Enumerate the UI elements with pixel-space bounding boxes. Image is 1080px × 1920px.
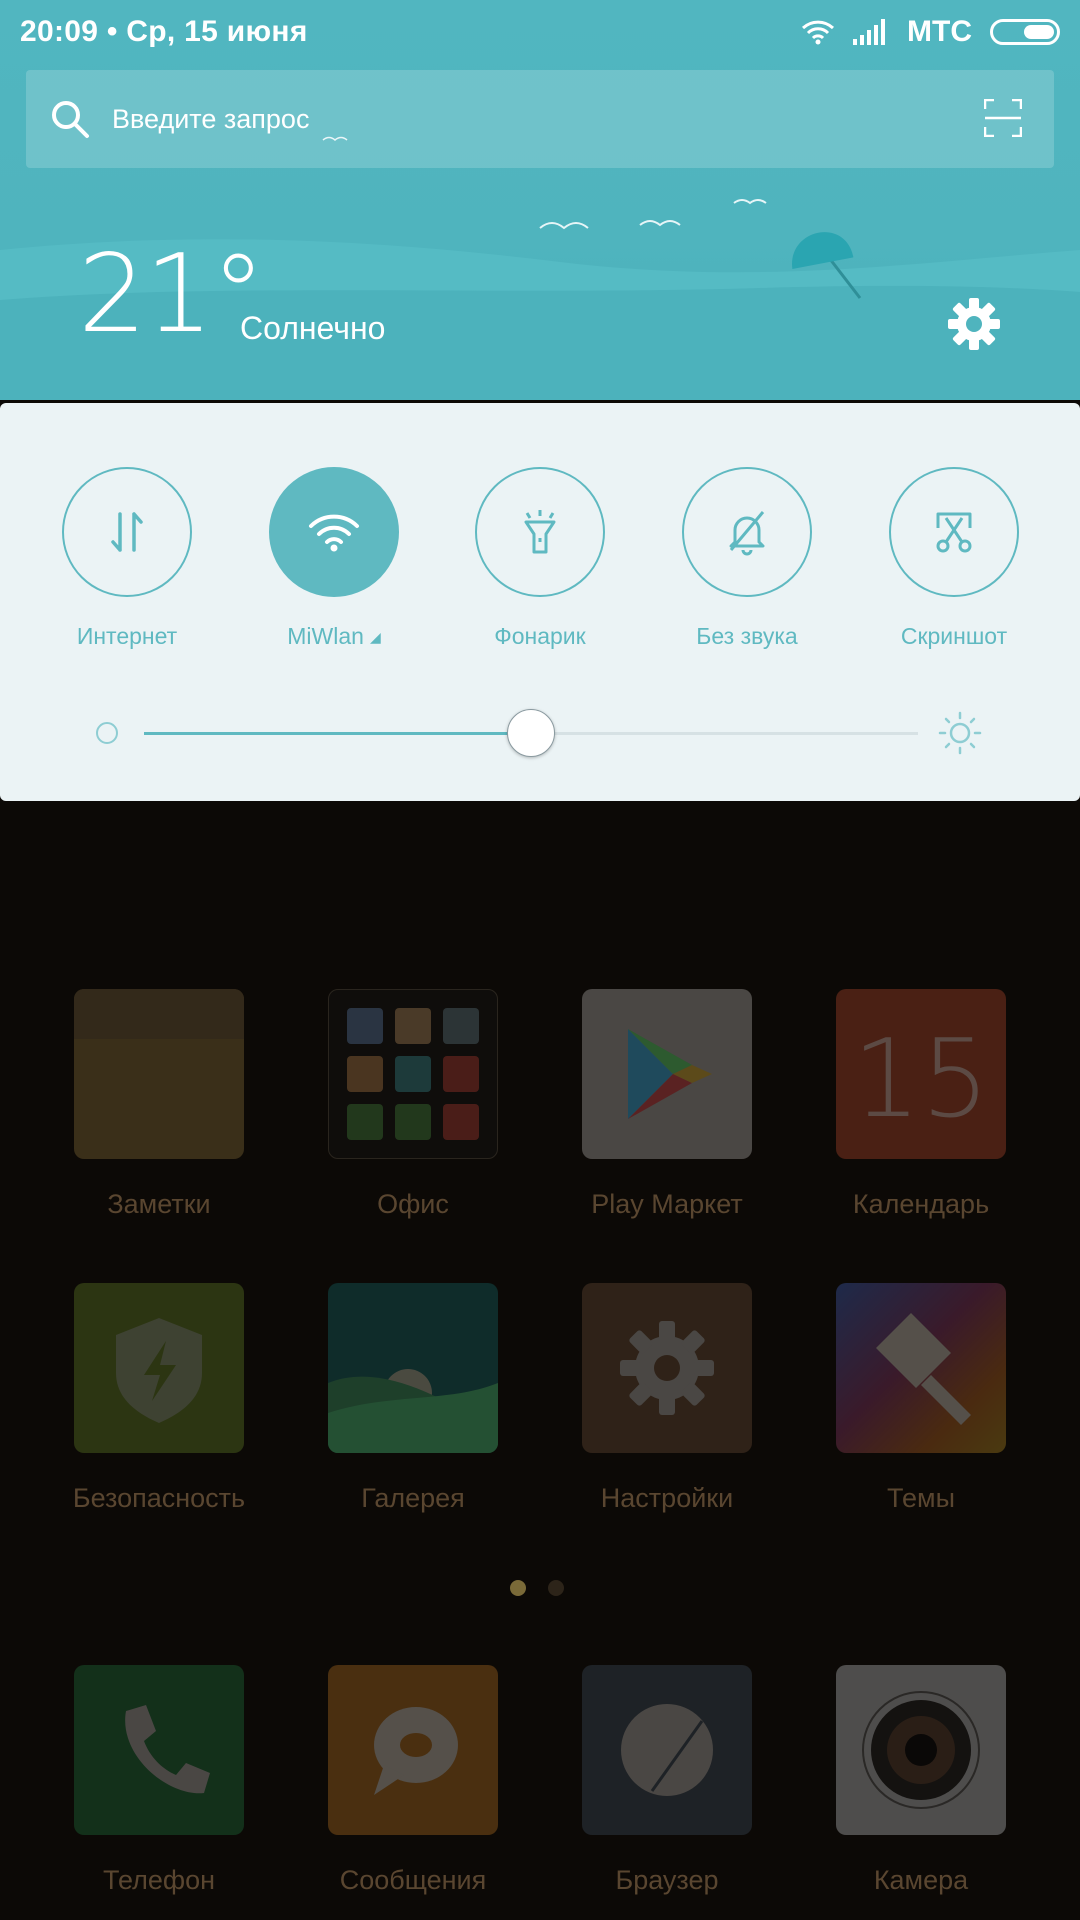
home-screen: Заметки Офис Play Маркет 15 Календарь Бе… (0, 801, 1080, 1920)
toggle-flashlight-label: Фонарик (494, 623, 586, 649)
toggle-screenshot[interactable]: Скриншот (864, 467, 1044, 650)
app-browser[interactable]: Браузер (567, 1665, 767, 1896)
weather-condition: Солнечно (240, 310, 386, 346)
quick-settings-panel: Интернет MiWlan ◢ Фонарик Без звука Скри… (0, 403, 1080, 801)
scan-icon[interactable] (984, 99, 1022, 137)
carrier-name: МТС (907, 15, 972, 48)
status-time-date: 20:09 • Ср, 15 июня (20, 15, 308, 48)
app-settings[interactable]: Настройки (567, 1283, 767, 1514)
temperature: 21° (78, 232, 265, 357)
screenshot-icon (936, 512, 972, 553)
gallery-icon (328, 1283, 498, 1453)
app-label: Браузер (615, 1865, 719, 1895)
status-bar: 20:09 • Ср, 15 июня МТС (0, 0, 1080, 64)
security-shield-icon (74, 1283, 244, 1453)
app-themes[interactable]: Темы (821, 1283, 1021, 1514)
app-label: Офис (377, 1189, 449, 1219)
phone-icon (74, 1665, 244, 1835)
signal-icon (853, 19, 886, 45)
page-indicator (510, 1580, 564, 1596)
toggle-wifi-label: MiWlan (287, 623, 364, 649)
app-office[interactable]: Офис (313, 989, 513, 1220)
app-label: Сообщения (339, 1865, 487, 1895)
dropdown-triangle-icon[interactable]: ◢ (370, 629, 381, 646)
toggle-wifi-label-row: MiWlan ◢ (244, 623, 424, 650)
wifi-icon (309, 514, 359, 552)
app-messages[interactable]: Сообщения (313, 1665, 513, 1896)
app-security[interactable]: Безопасность (59, 1283, 259, 1514)
settings-gear-icon (582, 1283, 752, 1453)
mobile-data-icon (111, 512, 143, 552)
app-label: Календарь (852, 1189, 990, 1219)
app-gallery[interactable]: Галерея (313, 1283, 513, 1514)
search-bar[interactable]: Введите запрос (26, 70, 1054, 168)
app-label: Галерея (361, 1483, 465, 1513)
weather-header: 20:09 • Ср, 15 июня МТС Введите запрос 2… (0, 0, 1080, 400)
toggle-internet[interactable]: Интернет (37, 467, 217, 650)
calendar-icon: 15 (836, 989, 1006, 1159)
toggle-wifi[interactable]: MiWlan ◢ (244, 467, 424, 650)
battery-icon (990, 19, 1060, 45)
messages-icon (328, 1665, 498, 1835)
toggle-internet-circle[interactable] (62, 467, 192, 597)
app-label: Безопасность (72, 1483, 246, 1513)
toggle-flashlight-circle[interactable] (475, 467, 605, 597)
toggle-silent-circle[interactable] (682, 467, 812, 597)
app-label: Камера (873, 1865, 969, 1895)
toggle-silent[interactable]: Без звука (657, 467, 837, 650)
app-label: Телефон (102, 1865, 215, 1895)
gear-icon[interactable] (946, 296, 1002, 352)
app-camera[interactable]: Камера (821, 1665, 1021, 1896)
toggle-flashlight[interactable]: Фонарик (450, 467, 630, 650)
toggle-screenshot-label: Скриншот (900, 623, 1008, 649)
brightness-low-icon (96, 722, 118, 744)
page-dot-2[interactable] (548, 1580, 564, 1596)
page-dot-1[interactable] (510, 1580, 526, 1596)
app-calendar[interactable]: 15 Календарь (821, 989, 1021, 1220)
app-label: Темы (887, 1483, 955, 1513)
search-icon (52, 101, 89, 138)
bell-off-icon (729, 511, 765, 556)
app-phone[interactable]: Телефон (59, 1665, 259, 1896)
wifi-icon (801, 20, 835, 45)
brightness-high-icon (938, 711, 982, 755)
browser-icon (582, 1665, 752, 1835)
app-label: Заметки (107, 1189, 211, 1219)
calendar-day: 15 (852, 1017, 990, 1142)
brightness-slider[interactable] (0, 703, 1080, 763)
app-label: Настройки (600, 1483, 734, 1513)
brightness-fill (144, 732, 531, 735)
app-label: Play Маркет (591, 1189, 743, 1219)
themes-brush-icon (836, 1283, 1006, 1453)
notes-icon (74, 989, 244, 1159)
flashlight-icon (524, 510, 556, 554)
brightness-thumb[interactable] (507, 709, 555, 757)
toggle-silent-label: Без звука (696, 623, 798, 649)
toggle-internet-label: Интернет (76, 623, 178, 649)
office-folder-icon (328, 989, 498, 1159)
app-play-market[interactable]: Play Маркет (567, 989, 767, 1220)
play-store-icon (582, 989, 752, 1159)
camera-icon (836, 1665, 1006, 1835)
search-input[interactable]: Введите запрос (112, 104, 309, 135)
toggle-wifi-circle[interactable] (269, 467, 399, 597)
app-notes[interactable]: Заметки (59, 989, 259, 1220)
toggle-screenshot-circle[interactable] (889, 467, 1019, 597)
